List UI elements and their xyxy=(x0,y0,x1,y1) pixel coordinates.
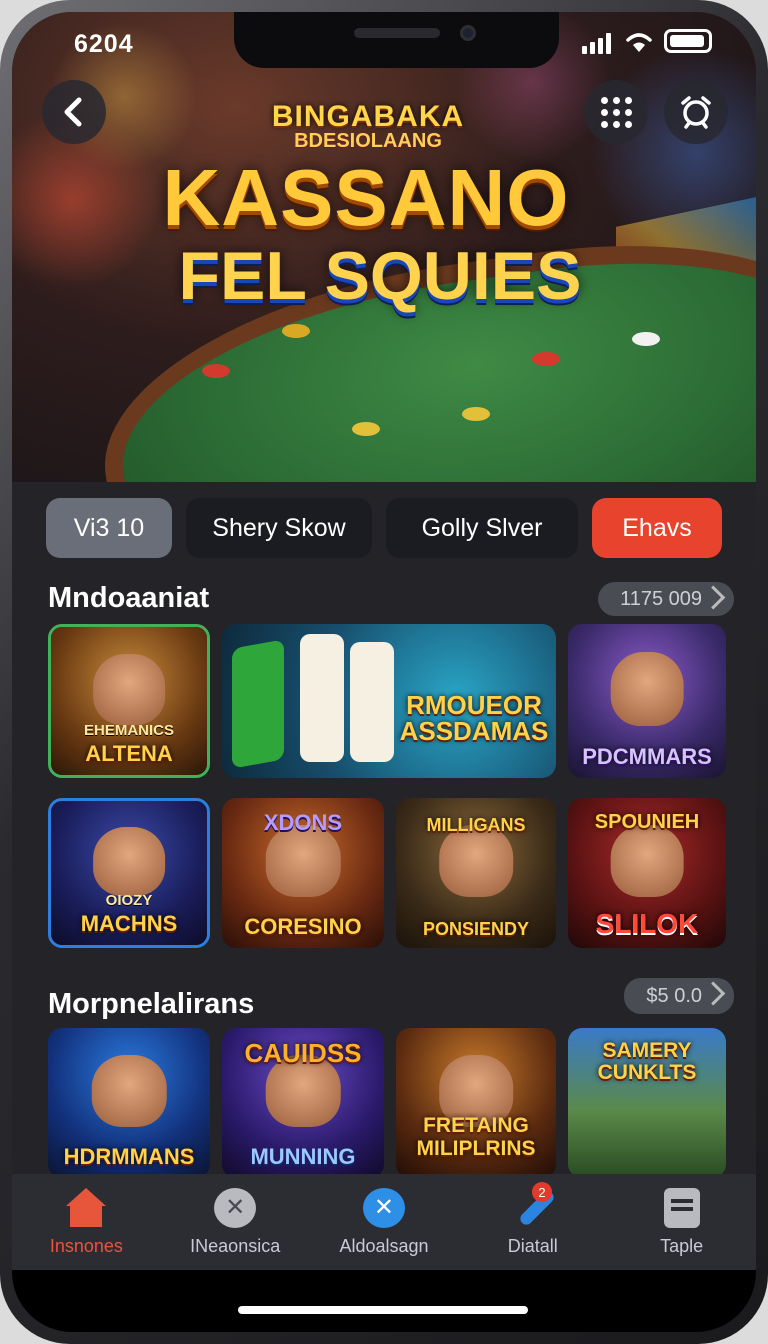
chip-decoration xyxy=(282,324,310,338)
home-icon xyxy=(65,1187,107,1228)
character-image xyxy=(93,653,165,725)
game-card[interactable]: CAUIDSS MUNNING xyxy=(222,1028,384,1178)
status-time: 6204 xyxy=(74,30,134,58)
character-image xyxy=(439,825,513,897)
chevron-left-icon xyxy=(64,97,82,127)
card-title: PDCMMARS xyxy=(582,744,712,769)
doc-icon xyxy=(663,1187,700,1228)
status-bar: 6204 xyxy=(12,12,756,68)
card-title: MUNNING xyxy=(250,1144,356,1169)
bottom-nav: Insnones INeaonsica Aldoalsagn Diatall T… xyxy=(12,1174,756,1270)
game-card[interactable]: FRETAING MILIPLRINS xyxy=(396,1028,556,1178)
hero-title-big-2: FEL SQUIES xyxy=(178,238,582,314)
slot-reel-decoration xyxy=(350,642,394,762)
game-card[interactable]: EHEMANICS ALTENA xyxy=(48,624,210,778)
nav-item-3[interactable]: Aldoalsagn xyxy=(310,1174,459,1270)
character-image xyxy=(610,651,684,726)
back-button[interactable] xyxy=(42,80,106,144)
game-card[interactable]: HDRMMANS xyxy=(48,1028,210,1178)
section-2-badge[interactable]: $5 0.0 xyxy=(624,978,734,1014)
tab-4[interactable]: Ehavs xyxy=(592,498,722,558)
character-image xyxy=(610,825,684,897)
chip-decoration xyxy=(352,422,380,436)
battery-icon xyxy=(664,29,712,53)
home-indicator[interactable] xyxy=(238,1306,528,1314)
hero-banner[interactable]: BINGABAKA BDESIOLAANG KASSANO FEL SQUIES xyxy=(12,12,756,482)
tab-3[interactable]: Golly Slver xyxy=(386,498,578,558)
section-1-badge[interactable]: 1175 009 xyxy=(598,582,734,616)
notification-badge: 2 xyxy=(532,1182,552,1202)
x-circle-icon xyxy=(362,1187,405,1228)
chip-decoration xyxy=(632,332,660,346)
home-indicator-area xyxy=(12,1270,756,1332)
nav-label: Insnones xyxy=(49,1235,123,1256)
card-title: ALTENA xyxy=(85,741,173,766)
tab-1[interactable]: Vi3 10 xyxy=(46,498,172,558)
game-card[interactable]: MILLIGANS PONSIENDY xyxy=(396,798,556,948)
card-title: SLILOK xyxy=(595,908,699,939)
nav-label: Aldoalsagn xyxy=(339,1235,429,1256)
screen: 6204 BINGABAKA BDESIOLAANG KASSANO FEL S… xyxy=(12,12,756,1332)
game-card-featured[interactable]: RMOUEOR ASSDAMAS xyxy=(222,624,556,778)
grid-icon xyxy=(600,96,632,128)
card-title: PONSIENDY xyxy=(422,919,530,939)
card-title: MACHNS xyxy=(80,911,178,936)
hero-title-big-1: KASSANO xyxy=(162,153,570,242)
nav-label: Diatall xyxy=(507,1235,558,1256)
chip-decoration xyxy=(202,364,230,378)
card-title: HDRMMANS xyxy=(63,1144,195,1169)
card-top-title: SPOUNIEH xyxy=(594,811,700,833)
category-tabs: Vi3 10 Shery Skow Golly Slver Ehavs xyxy=(46,498,726,558)
wifi-icon xyxy=(626,33,652,52)
nav-item-home[interactable]: Insnones xyxy=(12,1174,161,1270)
slot-reel-decoration xyxy=(300,634,344,762)
section-2-title: Morpnelalirans xyxy=(48,988,255,1020)
card-title: RMOUEOR ASSDAMAS xyxy=(399,690,549,746)
alarm-button[interactable] xyxy=(664,80,728,144)
apps-grid-button[interactable] xyxy=(584,80,648,144)
chip-decoration xyxy=(532,352,560,366)
card-title: FRETAING MILIPLRINS xyxy=(416,1113,536,1160)
slot-reel-decoration xyxy=(232,639,284,769)
nav-item-5[interactable]: Taple xyxy=(607,1174,756,1270)
card-top-title: SAMERY CUNKLTS xyxy=(597,1039,697,1085)
game-card[interactable]: PDCMMARS xyxy=(568,624,726,778)
game-card[interactable]: SPOUNIEH SLILOK xyxy=(568,798,726,948)
card-title: CORESINO xyxy=(244,914,362,939)
card-top-title: XDONS xyxy=(263,810,343,835)
card-subtitle: EHEMANICS xyxy=(83,722,174,739)
x-badge-icon xyxy=(214,1187,257,1228)
game-card[interactable]: XDONS CORESINO xyxy=(222,798,384,948)
card-subtitle: OIOZY xyxy=(105,892,153,909)
character-image xyxy=(91,1055,167,1127)
card-top-title: MILLIGANS xyxy=(426,815,526,835)
signal-icon xyxy=(582,32,611,54)
nav-label: INeaonsica xyxy=(190,1235,281,1256)
alarm-icon xyxy=(681,96,711,129)
game-card[interactable]: SAMERY CUNKLTS xyxy=(568,1028,726,1178)
chip-decoration xyxy=(462,407,490,421)
nav-label: Taple xyxy=(660,1235,704,1256)
character-image xyxy=(93,826,165,897)
nav-item-2[interactable]: INeaonsica xyxy=(161,1174,310,1270)
character-image xyxy=(265,825,341,897)
phone-frame: 6204 BINGABAKA BDESIOLAANG KASSANO FEL S… xyxy=(0,0,768,1344)
card-top-title: CAUIDSS xyxy=(244,1038,362,1068)
section-1-title: Mndoaaniat xyxy=(48,582,210,614)
game-card[interactable]: OIOZY MACHNS xyxy=(48,798,210,948)
tab-2[interactable]: Shery Skow xyxy=(186,498,372,558)
